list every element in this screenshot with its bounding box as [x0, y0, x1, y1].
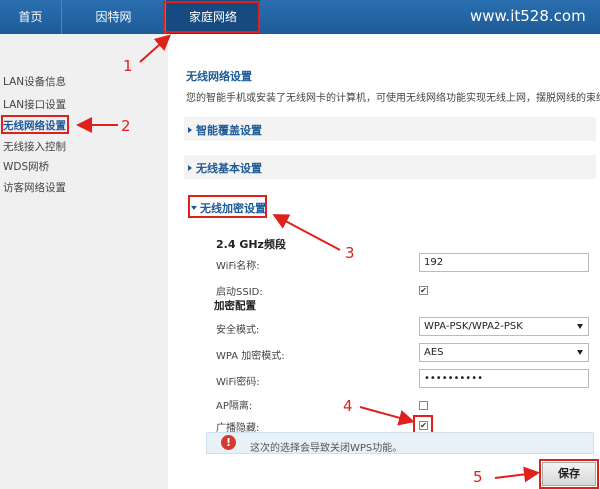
warning-text: 这次的选择会导致关闭WPS功能。	[250, 443, 403, 454]
security-mode-select[interactable]: WPA-PSK/WPA2-PSK	[419, 317, 589, 336]
dropdown-arrow-icon	[577, 350, 583, 355]
wifi-password-label: WiFi密码:	[216, 377, 260, 388]
ap-isolation-label: AP隔离:	[216, 401, 253, 412]
section-basic-wireless[interactable]: 无线基本设置	[188, 160, 262, 176]
caret-right-icon	[188, 127, 192, 133]
page-title: 无线网络设置	[186, 70, 252, 83]
nav-tab-internet[interactable]: 因特网	[62, 0, 166, 34]
highlight-box-nav-tab	[163, 1, 260, 33]
section-label: 无线基本设置	[196, 162, 262, 175]
page-description: 您的智能手机或安装了无线网卡的计算机，可使用无线网络功能实现无线上网，摆脱网线的…	[186, 93, 600, 104]
section-label: 智能覆盖设置	[196, 124, 262, 137]
enable-ssid-checkbox[interactable]: ✔	[419, 286, 428, 295]
nav-tab-home[interactable]: 首页	[0, 0, 62, 34]
alert-circle-icon: !	[221, 435, 236, 450]
sidebar-item-wds-bridge[interactable]: WDS网桥	[3, 159, 49, 174]
highlight-box-save	[539, 459, 599, 489]
security-mode-label: 安全模式:	[216, 325, 260, 336]
wifi-name-input[interactable]: 192	[419, 253, 589, 272]
encryption-config-title: 加密配置	[214, 300, 256, 312]
enable-ssid-label: 启动SSID:	[216, 287, 263, 298]
watermark-text: www.it528.com	[470, 7, 586, 25]
step-number-4: 4	[343, 397, 353, 415]
checkmark-icon: ✔	[420, 286, 427, 295]
step-number-2: 2	[121, 117, 131, 135]
wpa-mode-label: WPA 加密模式:	[216, 351, 285, 362]
highlight-box-section	[188, 195, 267, 218]
band-title: 2.4 GHz频段	[216, 238, 286, 251]
wpa-mode-value: AES	[424, 347, 444, 358]
highlight-box-sidebar-item	[1, 115, 69, 134]
wifi-password-input[interactable]: ••••••••••	[419, 369, 589, 388]
step-number-1: 1	[123, 57, 133, 75]
sidebar-item-lan-device-info[interactable]: LAN设备信息	[3, 74, 66, 89]
step-number-5: 5	[473, 468, 483, 486]
ap-isolation-checkbox[interactable]	[419, 401, 428, 410]
sidebar-item-guest-network[interactable]: 访客网络设置	[3, 180, 66, 195]
sidebar-item-lan-interface[interactable]: LAN接口设置	[3, 97, 66, 112]
caret-right-icon	[188, 165, 192, 171]
section-smart-coverage[interactable]: 智能覆盖设置	[188, 122, 262, 138]
sidebar-item-wireless-access-control[interactable]: 无线接入控制	[3, 139, 66, 154]
step-number-3: 3	[345, 244, 355, 262]
dropdown-arrow-icon	[577, 324, 583, 329]
security-mode-value: WPA-PSK/WPA2-PSK	[424, 321, 523, 332]
wpa-mode-select[interactable]: AES	[419, 343, 589, 362]
wifi-name-label: WiFi名称:	[216, 261, 260, 272]
